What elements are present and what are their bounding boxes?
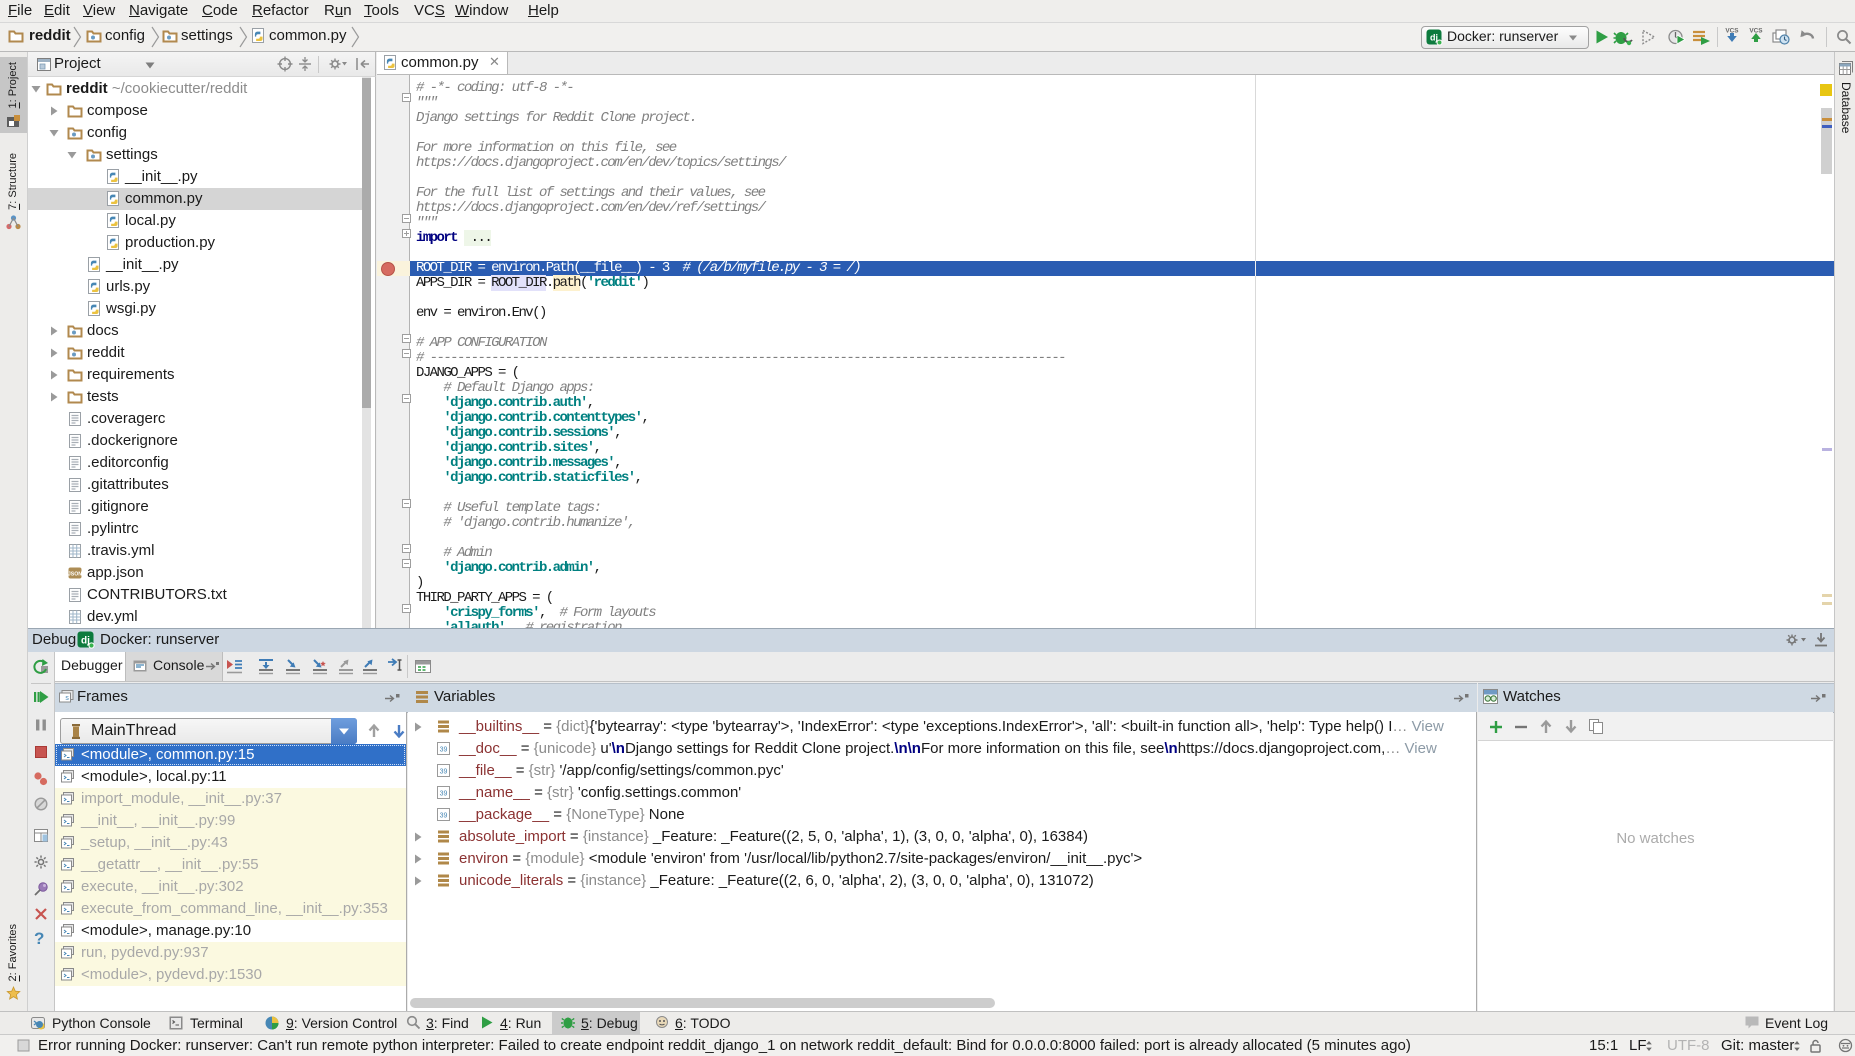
svg-text:s: s — [65, 695, 69, 703]
svg-text:39: 39 — [440, 791, 448, 798]
svg-text:39: 39 — [440, 769, 448, 776]
svg-text:VCS: VCS — [1749, 28, 1763, 35]
svg-text:JSON: JSON — [68, 572, 82, 578]
svg-text:39: 39 — [440, 747, 448, 754]
svg-text:39: 39 — [440, 813, 448, 820]
svg-text:dj: dj — [1430, 33, 1438, 43]
